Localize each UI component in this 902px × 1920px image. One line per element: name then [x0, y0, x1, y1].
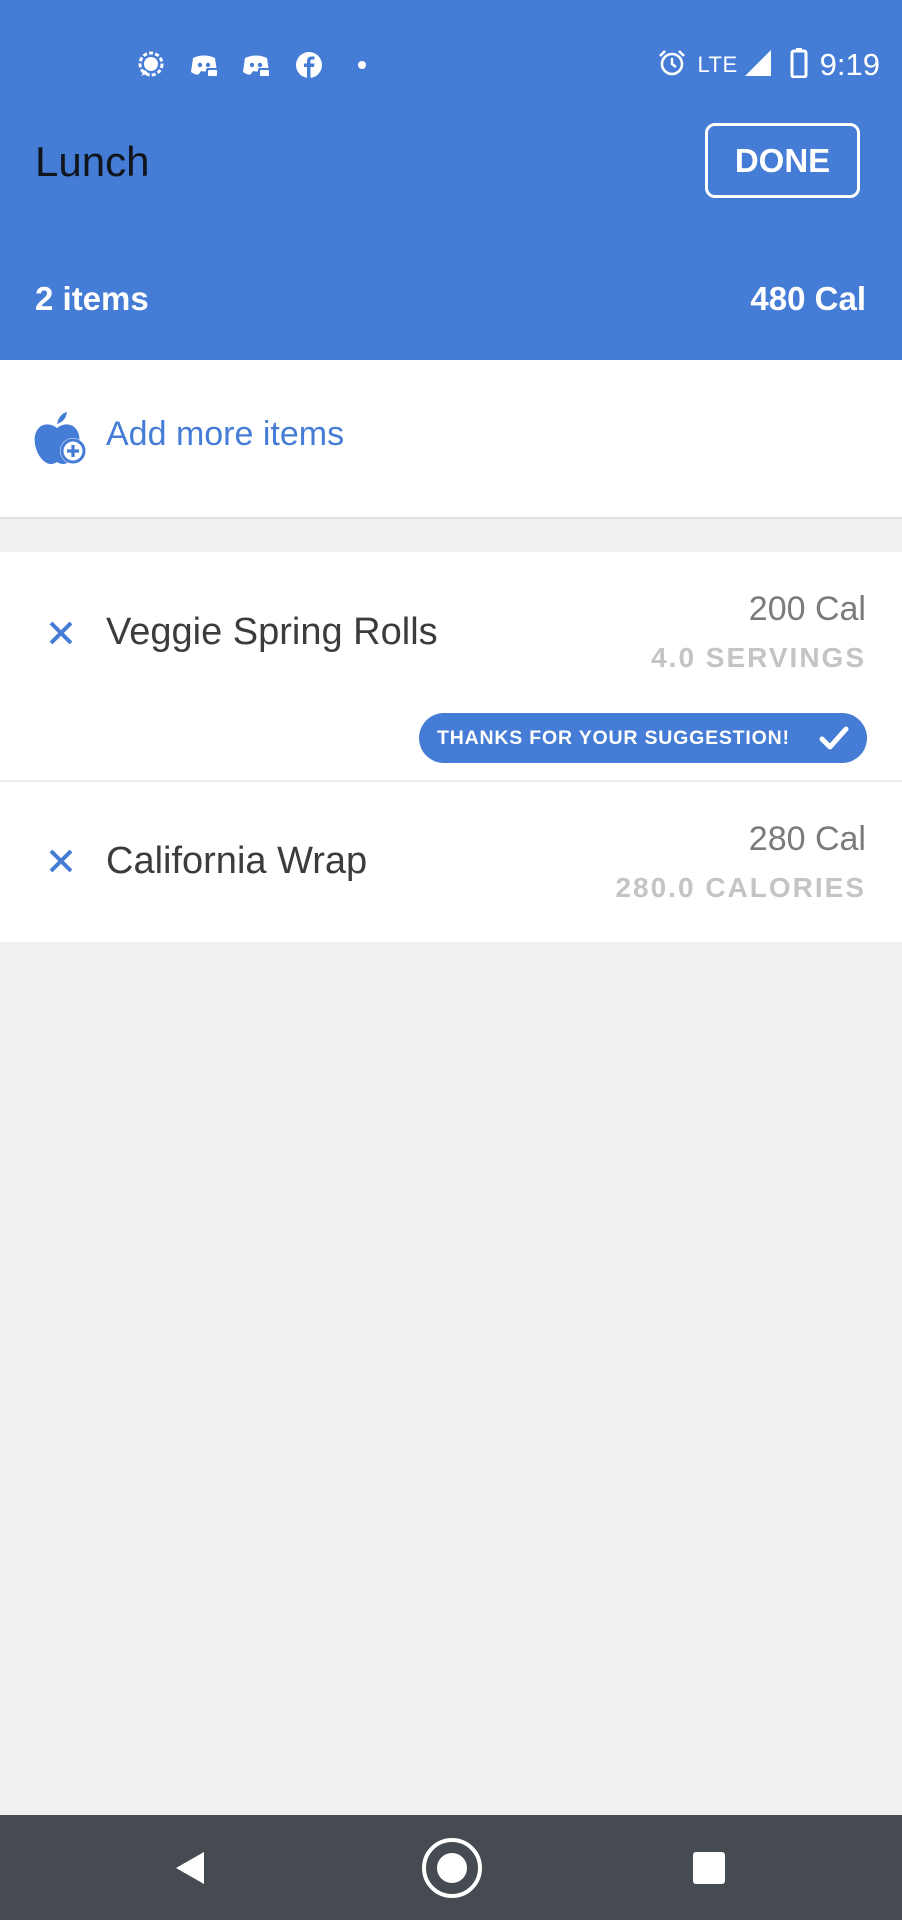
- home-circle-icon[interactable]: [417, 1835, 487, 1901]
- item-name: Veggie Spring Rolls: [106, 611, 438, 653]
- item-calories: 200 Cal: [748, 590, 866, 628]
- signal-messenger-icon: [136, 50, 166, 80]
- status-bar: LTE 9:19: [0, 0, 902, 120]
- total-calories: 480 Cal: [750, 280, 866, 317]
- item-amount: 280.0 CALORIES: [615, 872, 866, 903]
- recents-square-icon[interactable]: [674, 1835, 744, 1901]
- add-more-items-button[interactable]: Add more items: [0, 360, 902, 519]
- done-button[interactable]: DONE: [705, 123, 860, 198]
- item-name: California Wrap: [106, 840, 368, 882]
- battery-icon: [790, 47, 808, 83]
- apple-plus-icon: [33, 410, 87, 466]
- dot-icon: [347, 50, 377, 80]
- facebook-icon: [294, 50, 324, 80]
- suggestion-feedback-label: THANKS FOR YOUR SUGGESTION!: [437, 726, 790, 749]
- cell-signal-icon: [744, 49, 772, 82]
- remove-item-button[interactable]: [44, 844, 78, 878]
- status-time: 9:19: [819, 47, 880, 82]
- discord-icon: [189, 50, 219, 80]
- discord-icon: [241, 50, 271, 80]
- checkmark-icon: [819, 724, 849, 752]
- header: LTE 9:19 Lunch DONE 2 items 480 Cal: [0, 0, 902, 360]
- page-title: Lunch: [35, 138, 150, 185]
- network-type-label: LTE: [697, 52, 738, 77]
- item-calories: 280 Cal: [748, 820, 866, 858]
- alarm-clock-icon: [657, 48, 687, 83]
- item-amount: 4.0 SERVINGS: [651, 642, 866, 673]
- close-icon: [49, 849, 73, 873]
- remove-item-button[interactable]: [44, 616, 78, 650]
- item-count: 2 items: [35, 280, 149, 317]
- list-item[interactable]: Veggie Spring Rolls 200 Cal 4.0 SERVINGS…: [0, 552, 902, 782]
- list-item[interactable]: California Wrap 280 Cal 280.0 CALORIES: [0, 782, 902, 942]
- back-triangle-icon[interactable]: [155, 1835, 225, 1901]
- suggestion-feedback-badge: THANKS FOR YOUR SUGGESTION!: [419, 713, 867, 763]
- add-more-items-label: Add more items: [106, 415, 345, 453]
- close-icon: [49, 621, 73, 645]
